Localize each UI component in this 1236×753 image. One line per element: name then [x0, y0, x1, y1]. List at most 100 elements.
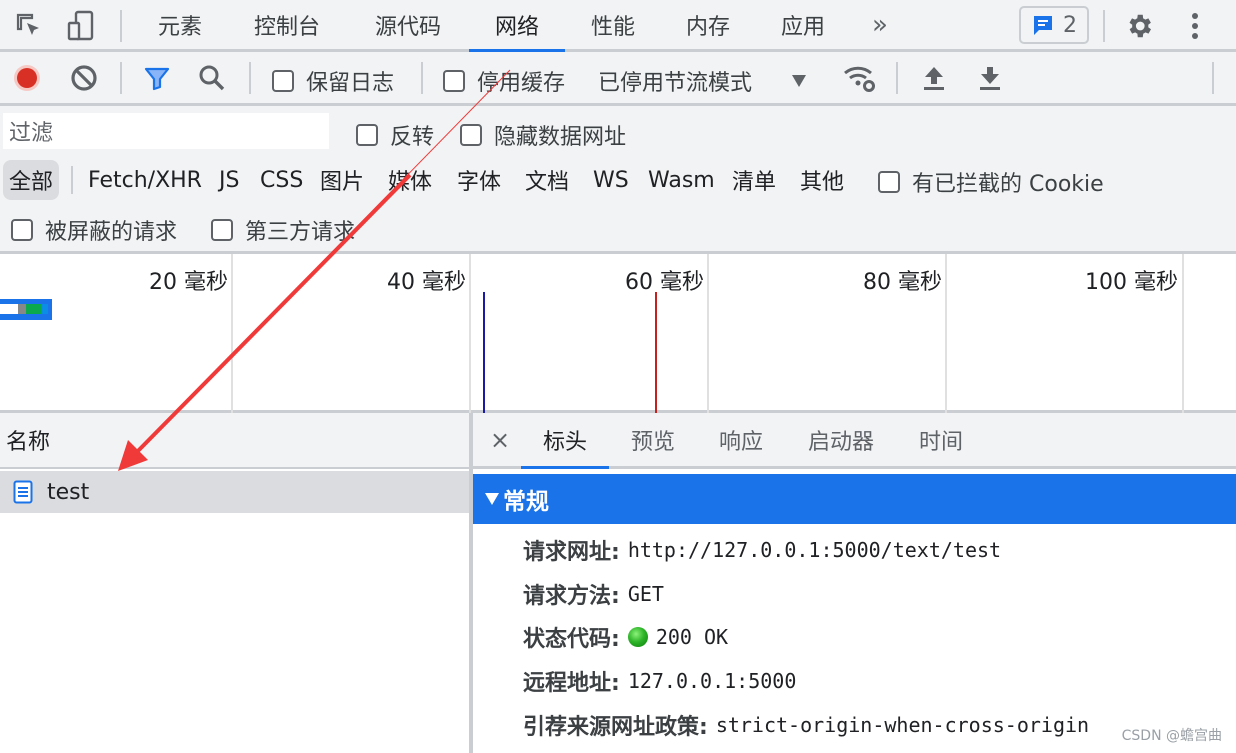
header-value: 127.0.0.1:5000	[627, 669, 797, 693]
grid-line	[469, 254, 471, 413]
filter-input[interactable]: 过滤	[3, 113, 329, 149]
blocked-cookies-checkbox[interactable]: 有已拦截的 Cookie	[878, 166, 1104, 198]
header-value: GET	[627, 582, 664, 606]
dom-content-loaded-marker	[483, 292, 485, 413]
dropdown-triangle-icon	[792, 75, 807, 87]
disable-cache-checkbox[interactable]: 停用缓存	[443, 65, 565, 97]
checkbox[interactable]	[11, 219, 33, 241]
tab-application[interactable]: 应用	[768, 0, 838, 49]
grid-line	[1182, 254, 1184, 413]
settings-gear-icon[interactable]	[1122, 10, 1156, 42]
tab-elements[interactable]: 元素	[144, 0, 216, 49]
section-title: 常规	[503, 489, 549, 515]
filter-type-fetch-xhr[interactable]: Fetch/XHR	[88, 160, 202, 200]
status-ok-dot-icon	[627, 627, 648, 647]
filter-type-doc[interactable]: 文档	[525, 160, 569, 200]
blocked-cookies-label: 有已拦截的 Cookie	[912, 172, 1104, 197]
request-waterfall-bar[interactable]	[0, 299, 52, 320]
filter-type-all[interactable]: 全部	[3, 160, 60, 200]
checkbox[interactable]	[460, 124, 482, 146]
third-party-checkbox[interactable]: 第三方请求	[211, 214, 355, 246]
more-options-icon[interactable]	[1178, 10, 1212, 42]
expand-triangle-icon	[485, 493, 499, 505]
separator	[896, 62, 898, 94]
disable-cache-label: 停用缓存	[477, 71, 566, 96]
network-conditions-wifi-icon[interactable]	[842, 62, 876, 94]
separator	[1212, 62, 1214, 94]
tab-headers[interactable]: 标头	[521, 413, 609, 469]
checkbox[interactable]	[211, 219, 233, 241]
import-upload-icon[interactable]	[917, 62, 951, 94]
separator	[1103, 10, 1105, 42]
message-icon	[1034, 16, 1052, 35]
tab-preview[interactable]: 预览	[613, 413, 693, 466]
general-section-header[interactable]: 常规	[473, 474, 1236, 524]
checkbox[interactable]	[356, 124, 378, 146]
filter-type-css[interactable]: CSS	[260, 160, 303, 200]
request-name: test	[47, 479, 90, 505]
request-list: 名称 test	[0, 413, 470, 753]
tab-response[interactable]: 响应	[701, 413, 781, 466]
header-row: 请求网址: http://127.0.0.1:5000/text/test	[523, 530, 1001, 570]
timeline-overview[interactable]: 20 毫秒 40 毫秒 60 毫秒 80 毫秒 100 毫秒	[0, 254, 1236, 413]
inspect-element-icon[interactable]	[12, 10, 46, 42]
tab-initiator[interactable]: 启动器	[791, 413, 891, 466]
tab-network[interactable]: 网络	[469, 0, 565, 52]
header-value-wrap: 200 OK	[627, 625, 728, 649]
tick-label: 40 毫秒	[387, 270, 466, 295]
separator	[421, 62, 423, 94]
tick-label: 60 毫秒	[625, 270, 704, 295]
tab-console[interactable]: 控制台	[240, 0, 334, 49]
export-download-icon[interactable]	[973, 62, 1007, 94]
clear-icon[interactable]	[67, 62, 101, 94]
watermark: CSDN @蟾宫曲	[1121, 728, 1222, 744]
request-details: × 标头 预览 响应 启动器 时间 常规 请求网址: http://127.0.…	[473, 413, 1236, 753]
filter-type-media[interactable]: 媒体	[388, 160, 432, 200]
load-event-marker	[655, 292, 657, 413]
tab-performance[interactable]: 性能	[578, 0, 648, 49]
blocked-requests-label: 被屏蔽的请求	[45, 220, 178, 245]
filter-type-other[interactable]: 其他	[800, 160, 844, 200]
filter-funnel-icon[interactable]	[140, 62, 174, 94]
grid-line	[231, 254, 233, 413]
device-toolbar-icon[interactable]	[64, 10, 98, 42]
details-tabbar: × 标头 预览 响应 启动器 时间	[473, 413, 1236, 469]
filter-type-wasm[interactable]: Wasm	[648, 160, 715, 200]
checkbox[interactable]	[878, 171, 900, 193]
record-icon[interactable]	[10, 62, 44, 94]
search-icon[interactable]	[195, 62, 229, 94]
document-icon	[13, 480, 33, 504]
header-key: 请求方法:	[523, 584, 620, 609]
network-toolbar: 保留日志 停用缓存 已停用节流模式	[0, 52, 1236, 106]
checkbox[interactable]	[443, 70, 465, 92]
throttling-value: 已停用节流模式	[598, 71, 753, 96]
hide-data-urls-checkbox[interactable]: 隐藏数据网址	[460, 119, 626, 151]
issues-button[interactable]: 2	[1019, 6, 1089, 44]
tab-timing[interactable]: 时间	[901, 413, 981, 466]
column-header-name[interactable]: 名称	[0, 413, 470, 469]
filter-type-ws[interactable]: WS	[593, 160, 629, 200]
separator	[120, 62, 122, 94]
header-row: 请求方法: GET	[523, 574, 664, 614]
filter-type-js[interactable]: JS	[219, 160, 239, 200]
tick-label: 80 毫秒	[863, 270, 942, 295]
invert-checkbox[interactable]: 反转	[356, 119, 434, 151]
header-key: 请求网址:	[523, 540, 620, 565]
tab-memory[interactable]: 内存	[673, 0, 743, 49]
filter-type-font[interactable]: 字体	[457, 160, 501, 200]
request-row[interactable]: test	[0, 471, 470, 513]
preserve-log-label: 保留日志	[306, 71, 395, 96]
blocked-requests-checkbox[interactable]: 被屏蔽的请求	[11, 214, 177, 246]
more-tabs-chevron-icon[interactable]: »	[862, 0, 898, 49]
tick-label: 20 毫秒	[149, 270, 228, 295]
close-details-icon[interactable]: ×	[485, 413, 515, 466]
throttling-select[interactable]: 已停用节流模式	[598, 65, 807, 97]
filter-type-img[interactable]: 图片	[320, 160, 364, 200]
filter-type-manifest[interactable]: 清单	[732, 160, 776, 200]
tab-sources[interactable]: 源代码	[360, 0, 456, 49]
preserve-log-checkbox[interactable]: 保留日志	[272, 65, 394, 97]
separator	[249, 62, 251, 94]
header-value: strict-origin-when-cross-origin	[715, 713, 1090, 737]
checkbox[interactable]	[272, 70, 294, 92]
grid-line	[945, 254, 947, 413]
